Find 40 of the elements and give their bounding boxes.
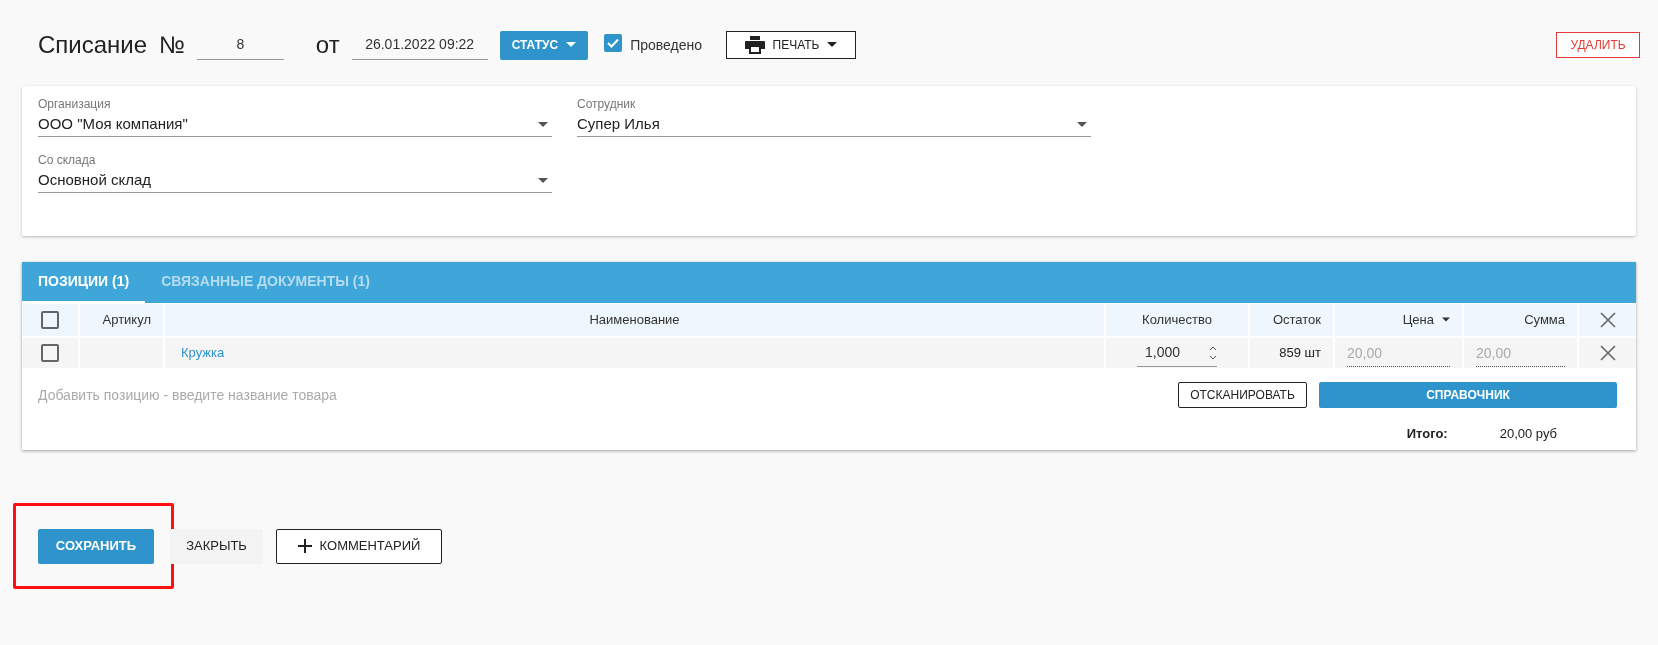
field-label: Организация — [38, 96, 112, 113]
number-label: № — [159, 30, 185, 60]
date-field[interactable]: 26.01.2022 09:22 — [351, 34, 488, 60]
caret-icon — [566, 42, 577, 48]
close-icon[interactable] — [1599, 312, 1616, 328]
printer-icon — [744, 36, 765, 54]
number-field[interactable]: 8 — [196, 34, 284, 60]
table-header-cell: Остаток — [1250, 304, 1333, 336]
caret-icon — [1077, 121, 1087, 128]
checkbox[interactable] — [41, 311, 59, 329]
total-label: Итого: — [1406, 425, 1448, 444]
table-header-cell: Наименование — [165, 304, 1104, 336]
select-field[interactable]: Супер Илья — [577, 113, 1091, 137]
caret-icon — [1442, 317, 1450, 323]
select-field[interactable]: ООО "Моя компания" — [38, 113, 552, 137]
select-field[interactable]: Основной склад — [38, 169, 552, 193]
comment-button[interactable]: КОММЕНТАРИЙ — [276, 528, 442, 564]
table-header-cell: Сумма — [1464, 304, 1577, 336]
spinner-icon[interactable] — [1209, 344, 1217, 361]
close-button[interactable]: ЗАКРЫТЬ — [170, 528, 263, 564]
close-icon[interactable] — [1599, 345, 1616, 361]
plus-icon — [297, 539, 312, 553]
table-header-cell[interactable]: Цена — [1335, 304, 1462, 336]
date-label: от — [315, 30, 340, 60]
checkbox[interactable] — [41, 344, 59, 362]
field-label: Сотрудник — [577, 96, 637, 113]
scan-button[interactable]: ОТСКАНИРОВАТЬ — [1178, 382, 1307, 408]
print-button[interactable]: ПЕЧАТЬ — [726, 31, 856, 59]
checkbox[interactable] — [604, 34, 623, 52]
table-header-cell: Артикул — [80, 304, 163, 336]
total-value: 20,00 руб — [1499, 425, 1557, 444]
field-label: Со склада — [38, 152, 97, 169]
caret-icon — [538, 177, 548, 184]
table-cell: 859 шт — [1250, 338, 1333, 368]
posted-label: Проведено — [630, 35, 702, 55]
caret-icon — [538, 121, 548, 128]
delete-button[interactable]: УДАЛИТЬ — [1556, 32, 1640, 58]
table-header-cell: Количество — [1106, 304, 1248, 336]
caret-icon — [827, 42, 838, 48]
page-title: Списание — [38, 30, 148, 60]
